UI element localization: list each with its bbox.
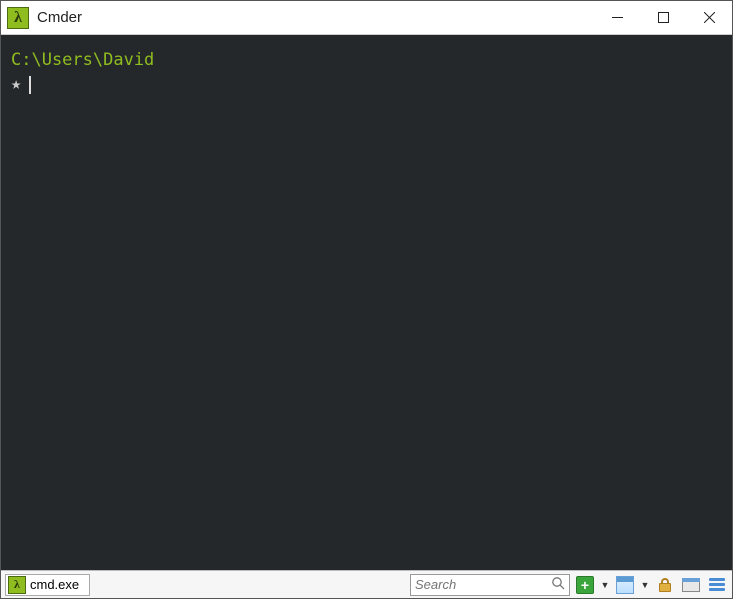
search-input[interactable]: [415, 577, 551, 592]
maximize-button[interactable]: [640, 1, 686, 35]
plus-icon: +: [576, 576, 594, 594]
maximize-icon: [658, 12, 669, 23]
minimize-icon: [612, 12, 623, 23]
menu-button[interactable]: [706, 574, 728, 596]
hamburger-icon: [709, 578, 725, 591]
close-icon: [704, 12, 715, 23]
prompt-line: ★: [11, 73, 722, 97]
search-icon[interactable]: [551, 576, 565, 593]
tab-icon: λ: [8, 576, 26, 594]
window-icon: [682, 578, 700, 592]
app-window: λ Cmder C:\Users\David ★ λ cmd.exe: [0, 0, 733, 599]
close-button[interactable]: [686, 1, 732, 35]
text-cursor: [29, 76, 31, 94]
active-console-dropdown[interactable]: ▼: [640, 580, 650, 590]
window-manager-button[interactable]: [680, 574, 702, 596]
statusbar: λ cmd.exe + ▼ ▼: [1, 570, 732, 598]
app-icon: λ: [7, 7, 29, 29]
new-console-button[interactable]: +: [574, 574, 596, 596]
lambda-icon: λ: [14, 9, 22, 27]
tab-label: cmd.exe: [30, 577, 79, 592]
lambda-icon: λ: [14, 577, 20, 592]
console-icon: [616, 576, 634, 594]
new-console-dropdown[interactable]: ▼: [600, 580, 610, 590]
active-console-button[interactable]: [614, 574, 636, 596]
lock-icon: [658, 578, 672, 592]
minimize-button[interactable]: [594, 1, 640, 35]
titlebar[interactable]: λ Cmder: [1, 1, 732, 35]
prompt-symbol: ★: [11, 73, 21, 97]
console-tab[interactable]: λ cmd.exe: [5, 574, 90, 596]
search-box[interactable]: [410, 574, 570, 596]
lock-button[interactable]: [654, 574, 676, 596]
cwd-text: C:\Users\David: [11, 49, 722, 73]
window-title: Cmder: [37, 9, 82, 26]
terminal-area[interactable]: C:\Users\David ★: [1, 35, 732, 570]
